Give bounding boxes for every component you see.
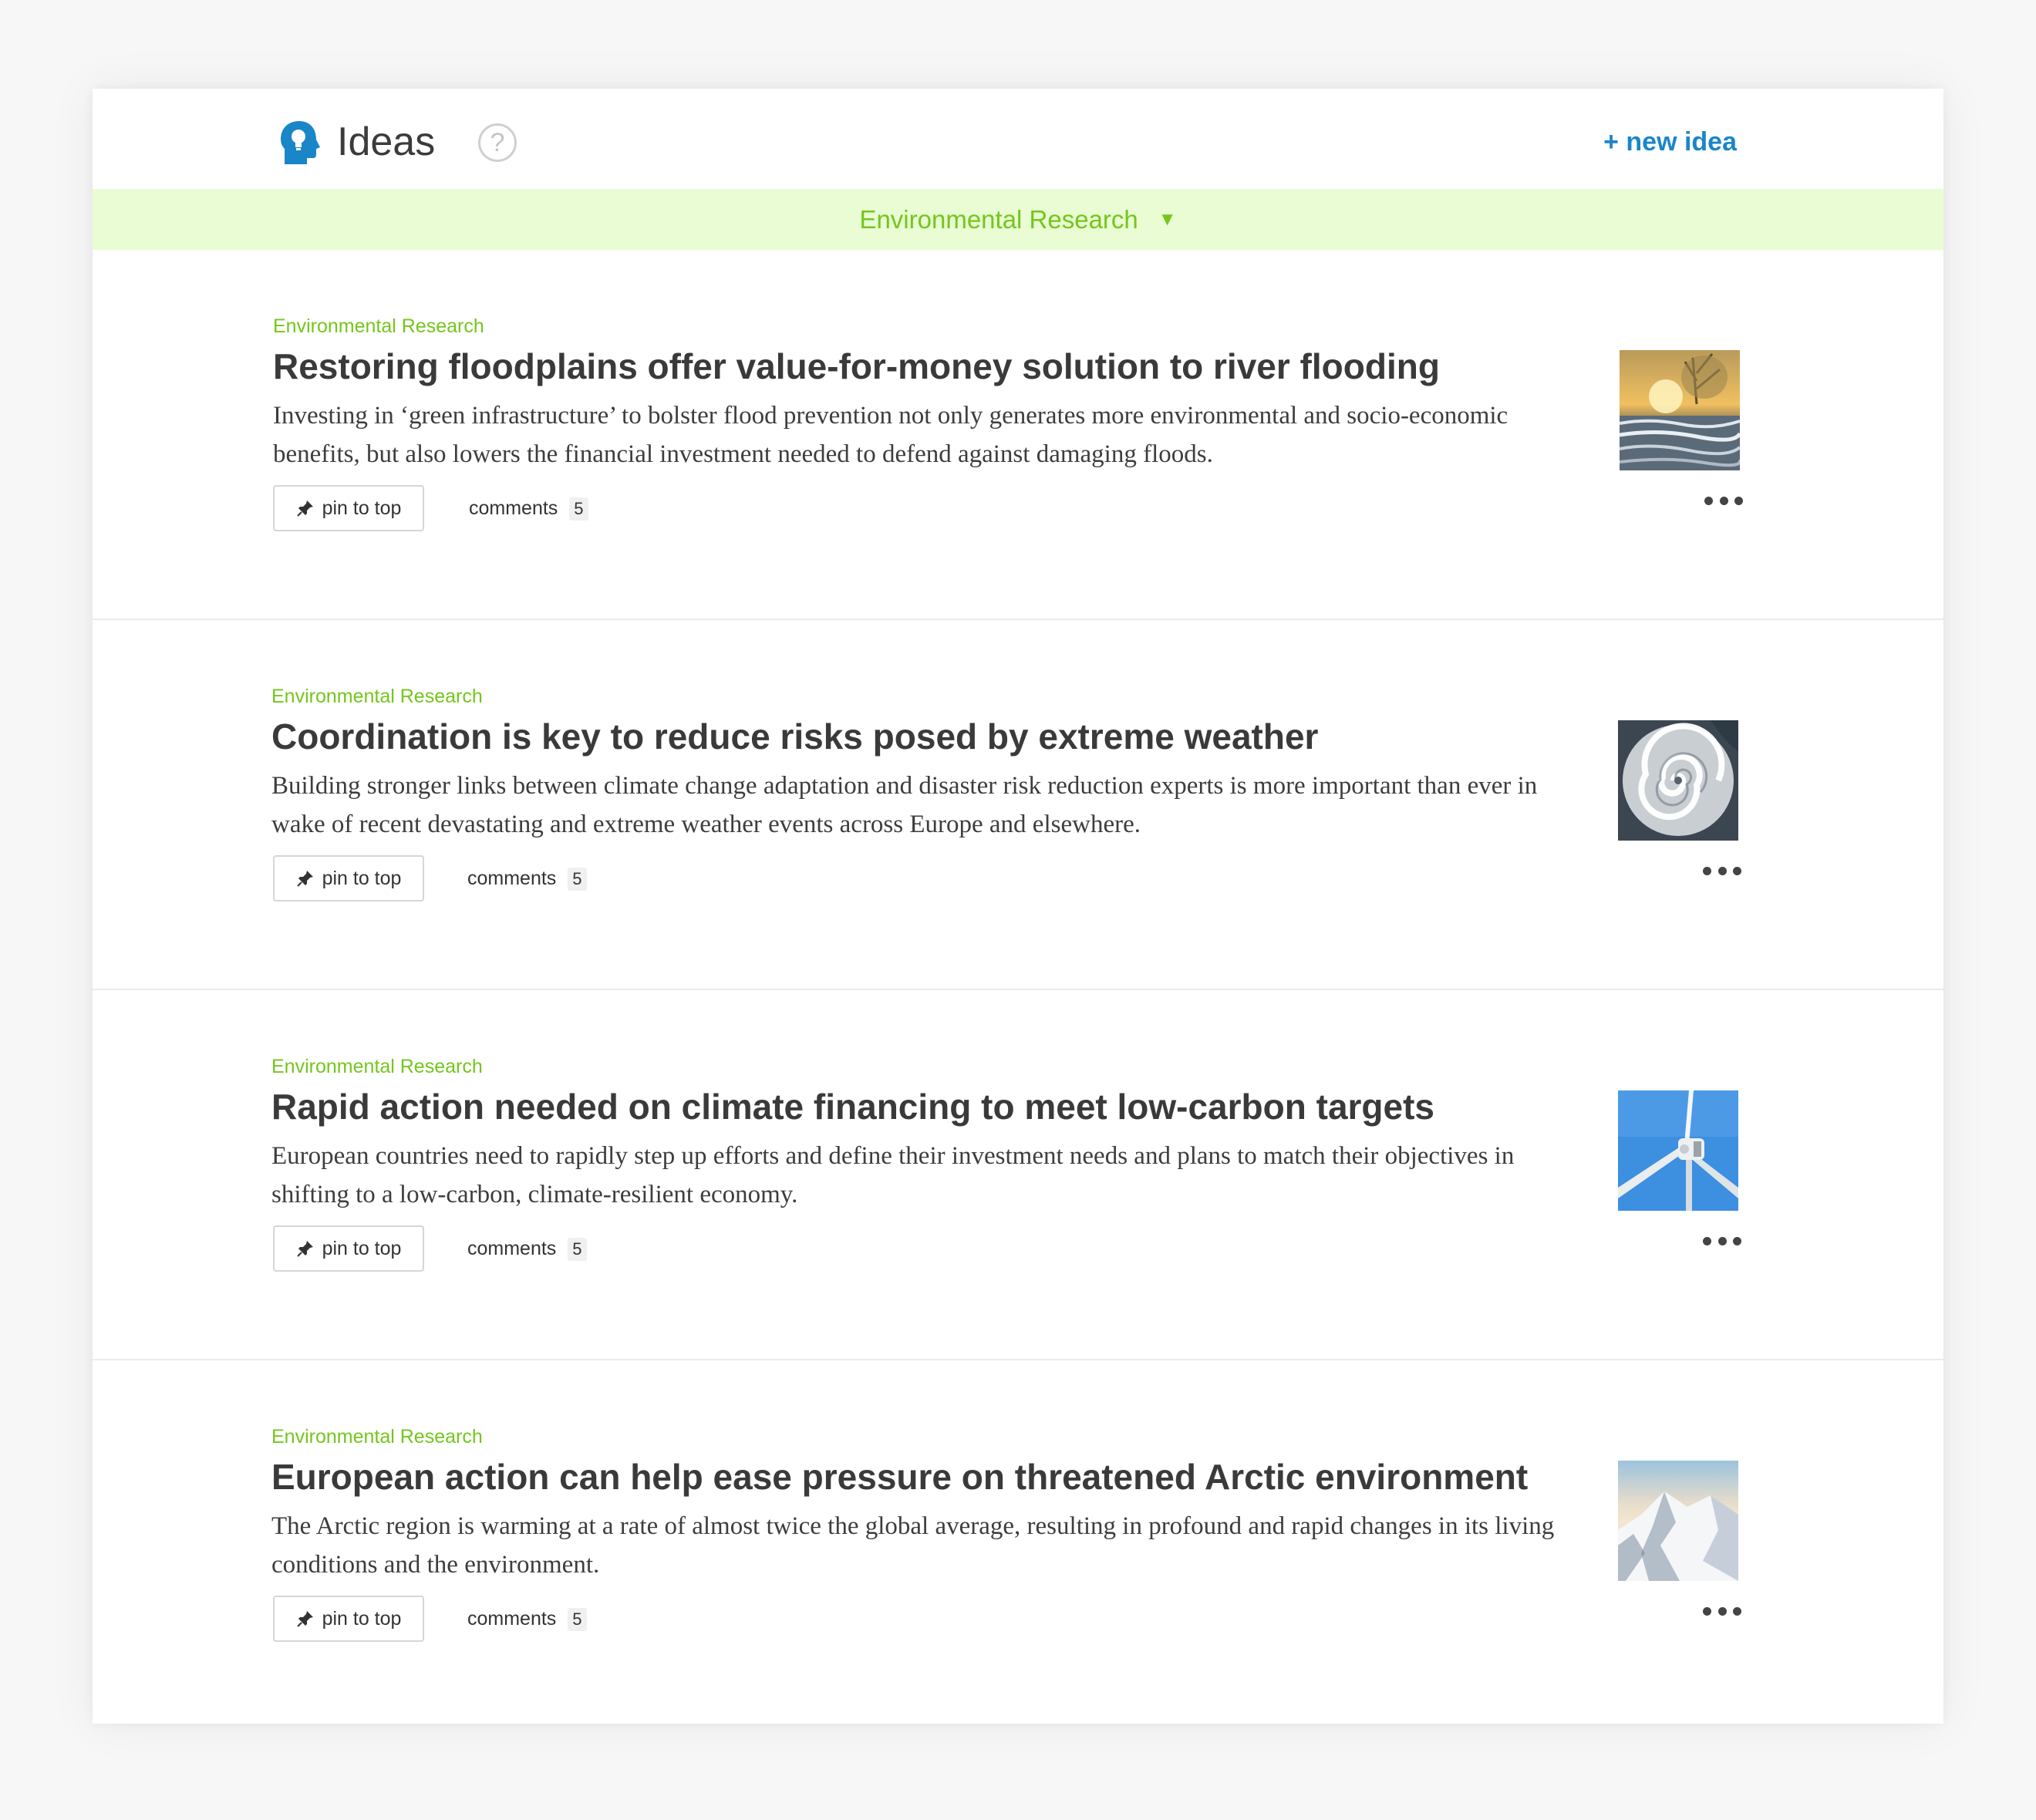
category-filter-dropdown[interactable]: Environmental Research ▼ [93,189,1943,250]
comments-link[interactable]: comments 5 [467,1233,587,1264]
more-dots-icon[interactable] [1703,1229,1741,1252]
idea-title[interactable]: Coordination is key to reduce risks pose… [271,713,1621,760]
pin-icon [296,871,313,887]
comments-count-badge: 5 [568,1608,587,1631]
pin-icon [296,1241,313,1257]
comments-count-badge: 5 [568,1238,587,1261]
idea-title[interactable]: Restoring floodplains offer value-for-mo… [273,342,1623,390]
category-filter-label: Environmental Research [859,204,1138,234]
more-dots-icon[interactable] [1703,859,1741,882]
idea-category: Environmental Research [271,1056,483,1077]
comments-label: comments [469,497,558,519]
pin-to-top-label: pin to top [322,867,402,889]
page-title: Ideas [337,120,436,164]
ideas-panel: Ideas ? + new idea Environmental Researc… [93,89,1943,1724]
idea-thumbnail-snowy-mountain [1618,1461,1738,1581]
help-icon[interactable]: ? [478,123,517,162]
comments-count-badge: 5 [569,497,588,521]
header: Ideas ? + new idea [93,89,1943,189]
pin-to-top-label: pin to top [322,497,402,519]
idea-description: The Arctic region is warming at a rate o… [271,1512,1555,1579]
pin-icon [296,1611,313,1627]
idea-item: Environmental Research Coordination is k… [93,620,1943,990]
comments-link[interactable]: comments 5 [467,863,587,894]
pin-to-top-button[interactable]: pin to top [273,485,424,531]
pin-to-top-button[interactable]: pin to top [273,855,424,902]
idea-title[interactable]: European action can help ease pressure o… [271,1453,1621,1501]
idea-item: Environmental Research Restoring floodpl… [93,250,1943,620]
pin-to-top-button[interactable]: pin to top [273,1596,424,1642]
comments-count-badge: 5 [568,868,587,891]
idea-category: Environmental Research [271,686,483,707]
more-dots-icon[interactable] [1703,1599,1741,1623]
more-dots-icon[interactable] [1704,489,1743,512]
idea-thumbnail-river [1620,350,1740,470]
pin-to-top-label: pin to top [322,1237,402,1259]
idea-title[interactable]: Rapid action needed on climate financing… [271,1083,1621,1131]
pin-to-top-label: pin to top [322,1607,402,1630]
new-idea-button[interactable]: + new idea [1603,123,1737,161]
idea-category: Environmental Research [273,315,484,337]
head-lightbulb-icon [278,120,321,166]
pin-icon [296,501,313,517]
idea-thumbnail-wind-turbine [1618,1090,1738,1211]
comments-label: comments [467,868,557,889]
idea-category: Environmental Research [271,1426,483,1448]
comments-link[interactable]: comments 5 [469,493,588,524]
comments-link[interactable]: comments 5 [467,1603,587,1634]
idea-description: Building stronger links between climate … [271,772,1538,838]
comments-label: comments [467,1608,557,1630]
caret-down-icon: ▼ [1158,208,1177,230]
idea-item: Environmental Research Rapid action need… [93,990,1943,1360]
comments-label: comments [467,1238,557,1259]
pin-to-top-button[interactable]: pin to top [273,1225,424,1272]
idea-description: European countries need to rapidly step … [271,1142,1515,1208]
idea-item: Environmental Research European action c… [93,1360,1943,1731]
idea-thumbnail-hurricane [1618,720,1738,841]
idea-description: Investing in ‘green infrastructure’ to b… [273,402,1508,468]
